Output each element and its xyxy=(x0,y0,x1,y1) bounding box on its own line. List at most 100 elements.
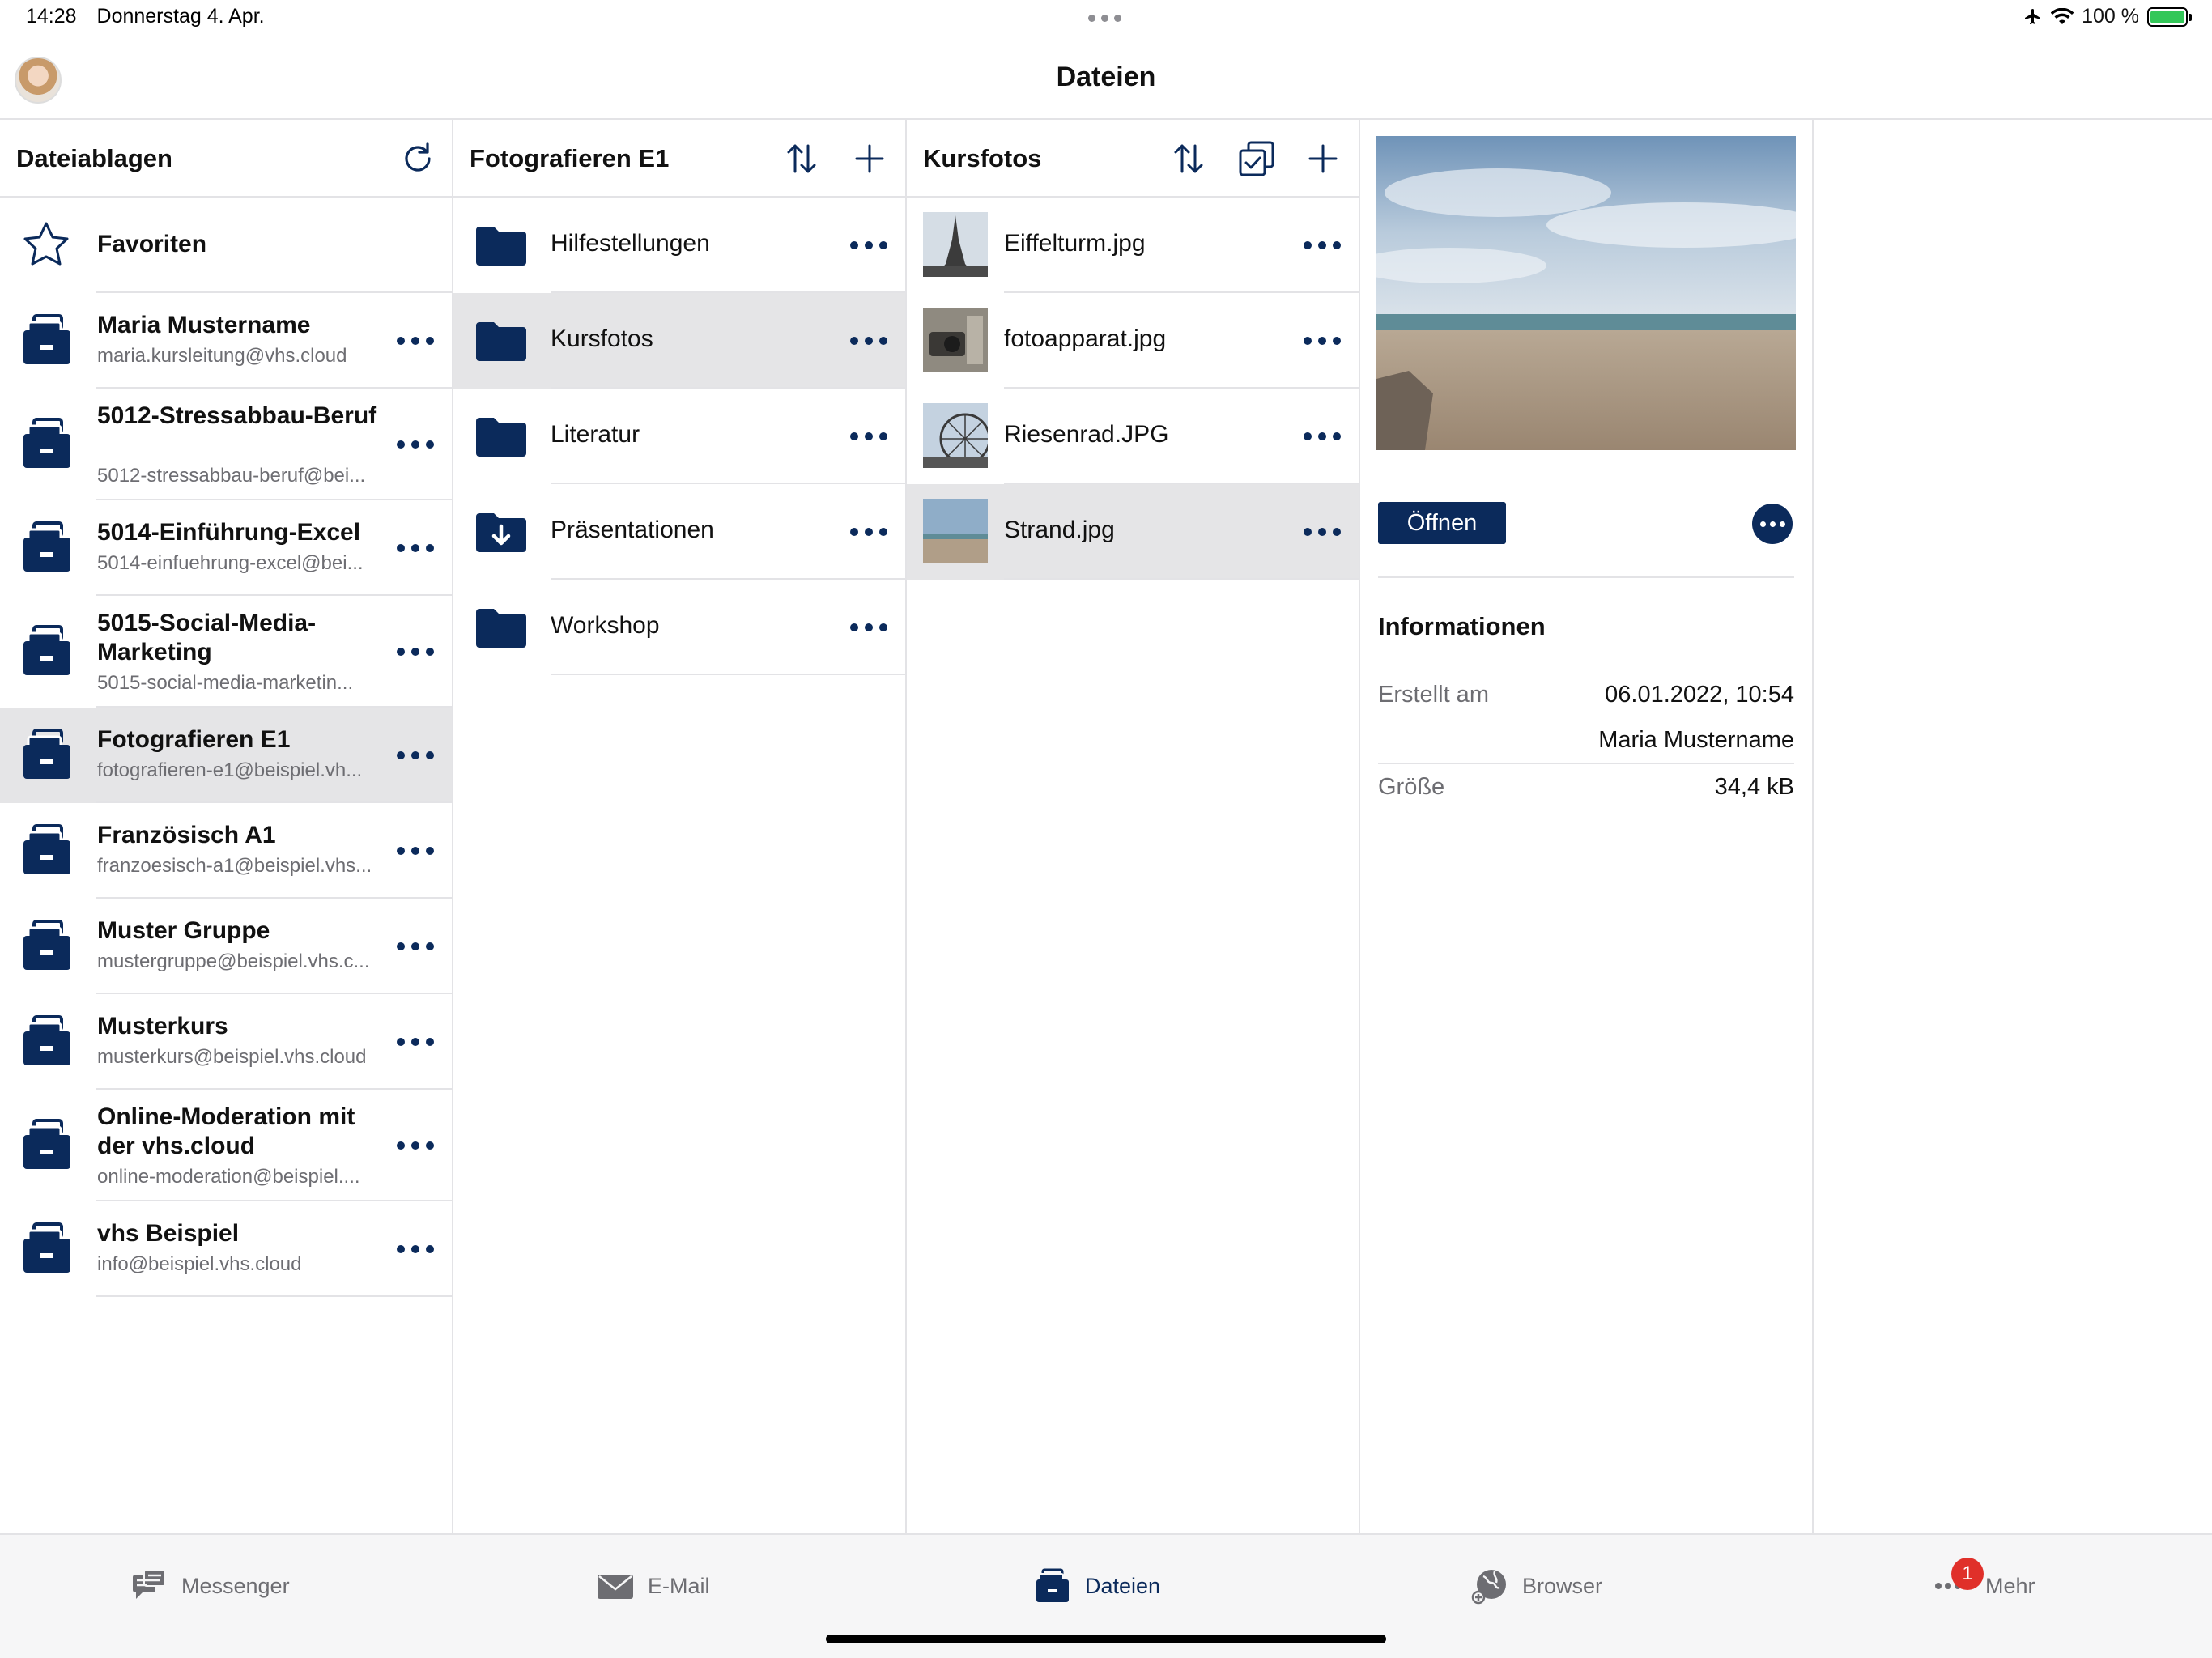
creator-value: Maria Mustername xyxy=(1598,727,1794,753)
storage-item-name: 5012-Stressabbau-Beruf xyxy=(97,402,377,429)
storage-item[interactable]: Musterkurs musterkurs@beispiel.vhs.cloud xyxy=(0,994,452,1090)
folder-icon xyxy=(476,609,526,648)
folder-item-name: Präsentationen xyxy=(551,517,714,543)
sort-icon[interactable] xyxy=(782,139,821,178)
file-detail-panel: Öffnen Informationen Erstellt am 06.01.2… xyxy=(1360,120,1814,1533)
storage-item-email: 5012-stressabbau-beruf@bei... xyxy=(97,465,366,487)
storage-item-email: mustergruppe@beispiel.vhs.c... xyxy=(97,950,370,972)
file-storage-icon xyxy=(23,418,70,468)
file-item[interactable]: fotoapparat.jpg xyxy=(907,293,1359,389)
open-button[interactable]: Öffnen xyxy=(1378,502,1506,544)
folder-item-name: Hilfestellungen xyxy=(551,230,710,257)
folder-item[interactable]: Hilfestellungen xyxy=(453,198,905,293)
file-storage-icon xyxy=(23,920,70,970)
storage-column-header: Dateiablagen xyxy=(0,120,452,198)
more-options-button[interactable] xyxy=(397,941,434,952)
more-options-button[interactable] xyxy=(397,750,434,761)
folder-item-name: Workshop xyxy=(551,612,660,639)
add-icon[interactable] xyxy=(850,139,889,178)
storage-item[interactable]: 5012-Stressabbau-Beruf 5012-stressabbau-b… xyxy=(0,389,452,500)
storage-column-title: Dateiablagen xyxy=(16,144,172,172)
tab-files[interactable]: Dateien xyxy=(1033,1566,1160,1606)
more-options-button[interactable] xyxy=(850,431,887,442)
file-item-name: Riesenrad.JPG xyxy=(1004,421,1169,448)
storage-item-email: maria.kursleitung@vhs.cloud xyxy=(97,345,347,367)
tab-email[interactable]: E-Mail xyxy=(596,1566,710,1606)
file-item[interactable]: Strand.jpg xyxy=(907,484,1359,580)
folder-icon xyxy=(476,418,526,457)
size-label: Größe xyxy=(1378,774,1445,800)
star-icon xyxy=(23,222,69,266)
file-storage-icon xyxy=(1036,1568,1069,1602)
file-storage-icon xyxy=(23,521,70,572)
more-options-button[interactable] xyxy=(850,335,887,346)
files-column-header: Kursfotos xyxy=(907,120,1359,198)
tab-more[interactable]: Mehr xyxy=(1933,1566,2035,1606)
multitasking-dots-icon[interactable] xyxy=(1088,15,1121,22)
more-options-button[interactable] xyxy=(397,335,434,346)
storage-item[interactable]: Fotografieren E1 fotografieren-e1@beispie… xyxy=(0,708,452,803)
more-options-button[interactable] xyxy=(397,1140,434,1151)
storage-item-name: Musterkurs xyxy=(97,1013,228,1039)
multi-select-icon[interactable] xyxy=(1237,139,1276,178)
more-options-button[interactable] xyxy=(397,845,434,857)
storage-item-name: Online-Moderation mit der vhs.cloud xyxy=(97,1103,355,1159)
storage-item-email: 5014-einfuehrung-excel@bei... xyxy=(97,552,364,574)
more-options-button[interactable] xyxy=(850,240,887,251)
files-column-title: Kursfotos xyxy=(923,144,1042,172)
storage-item[interactable]: Online-Moderation mit der vhs.cloud onlin… xyxy=(0,1090,452,1201)
tab-email-label: E-Mail xyxy=(648,1573,710,1598)
info-section-title: Informationen xyxy=(1378,612,1546,640)
refresh-icon[interactable] xyxy=(398,139,437,178)
more-options-button[interactable] xyxy=(1304,335,1341,346)
favorites-row[interactable]: Favoriten xyxy=(0,198,452,293)
file-item-name: fotoapparat.jpg xyxy=(1004,325,1167,352)
more-options-button[interactable] xyxy=(397,439,434,450)
storage-item-email: musterkurs@beispiel.vhs.cloud xyxy=(97,1046,367,1068)
folder-icon xyxy=(476,322,526,361)
tab-browser[interactable]: Browser xyxy=(1470,1566,1602,1606)
file-storage-icon xyxy=(23,729,70,779)
storage-item-name: 5015-Social-Media-Marketing xyxy=(97,610,317,665)
file-actions-button[interactable] xyxy=(1752,504,1793,544)
file-item[interactable]: Riesenrad.JPG xyxy=(907,389,1359,484)
sort-icon[interactable] xyxy=(1169,139,1208,178)
folder-item[interactable]: Workshop xyxy=(453,580,905,675)
storage-item-name: 5014-Einführung-Excel xyxy=(97,519,361,546)
folder-item[interactable]: Präsentationen xyxy=(453,484,905,580)
folder-column: Fotografieren E1 Hilfestellungen Kursfoto… xyxy=(453,120,907,1533)
more-options-button[interactable] xyxy=(1304,431,1341,442)
add-icon[interactable] xyxy=(1304,139,1342,178)
more-options-button[interactable] xyxy=(397,1036,434,1048)
file-storage-icon xyxy=(23,1222,70,1273)
more-options-button[interactable] xyxy=(397,542,434,554)
storage-item[interactable]: vhs Beispiel info@beispiel.vhs.cloud xyxy=(0,1201,452,1297)
folder-column-title: Fotografieren E1 xyxy=(470,144,670,172)
file-item-name: Eiffelturm.jpg xyxy=(1004,230,1146,257)
folder-item[interactable]: Literatur xyxy=(453,389,905,484)
more-options-button[interactable] xyxy=(397,1244,434,1255)
file-item[interactable]: Eiffelturm.jpg xyxy=(907,198,1359,293)
storage-item[interactable]: 5015-Social-Media-Marketing 5015-social-m… xyxy=(0,596,452,708)
favorites-label: Favoriten xyxy=(97,231,207,257)
notification-badge: 1 xyxy=(1951,1558,1984,1590)
storage-item[interactable]: Maria Mustername maria.kursleitung@vhs.cl… xyxy=(0,293,452,389)
file-item-name: Strand.jpg xyxy=(1004,517,1115,543)
tab-messenger[interactable]: Messenger xyxy=(130,1566,290,1606)
folder-item[interactable]: Kursfotos xyxy=(453,293,905,389)
more-options-button[interactable] xyxy=(397,646,434,657)
status-bar: 14:28 Donnerstag 4. Apr. 100 % xyxy=(0,0,2212,39)
divider xyxy=(1378,763,1794,764)
file-preview-image[interactable] xyxy=(1376,136,1796,450)
storage-item[interactable]: Französisch A1 franzoesisch-a1@beispiel.v… xyxy=(0,803,452,899)
more-options-button[interactable] xyxy=(1304,526,1341,538)
more-options-button[interactable] xyxy=(850,526,887,538)
storage-item-name: vhs Beispiel xyxy=(97,1220,240,1247)
file-storage-icon xyxy=(23,1119,70,1169)
home-indicator[interactable] xyxy=(826,1635,1386,1643)
more-options-button[interactable] xyxy=(850,622,887,633)
file-thumbnail xyxy=(923,403,988,468)
storage-item[interactable]: 5014-Einführung-Excel 5014-einfuehrung-ex… xyxy=(0,500,452,596)
storage-item[interactable]: Muster Gruppe mustergruppe@beispiel.vhs.c… xyxy=(0,899,452,994)
more-options-button[interactable] xyxy=(1304,240,1341,251)
